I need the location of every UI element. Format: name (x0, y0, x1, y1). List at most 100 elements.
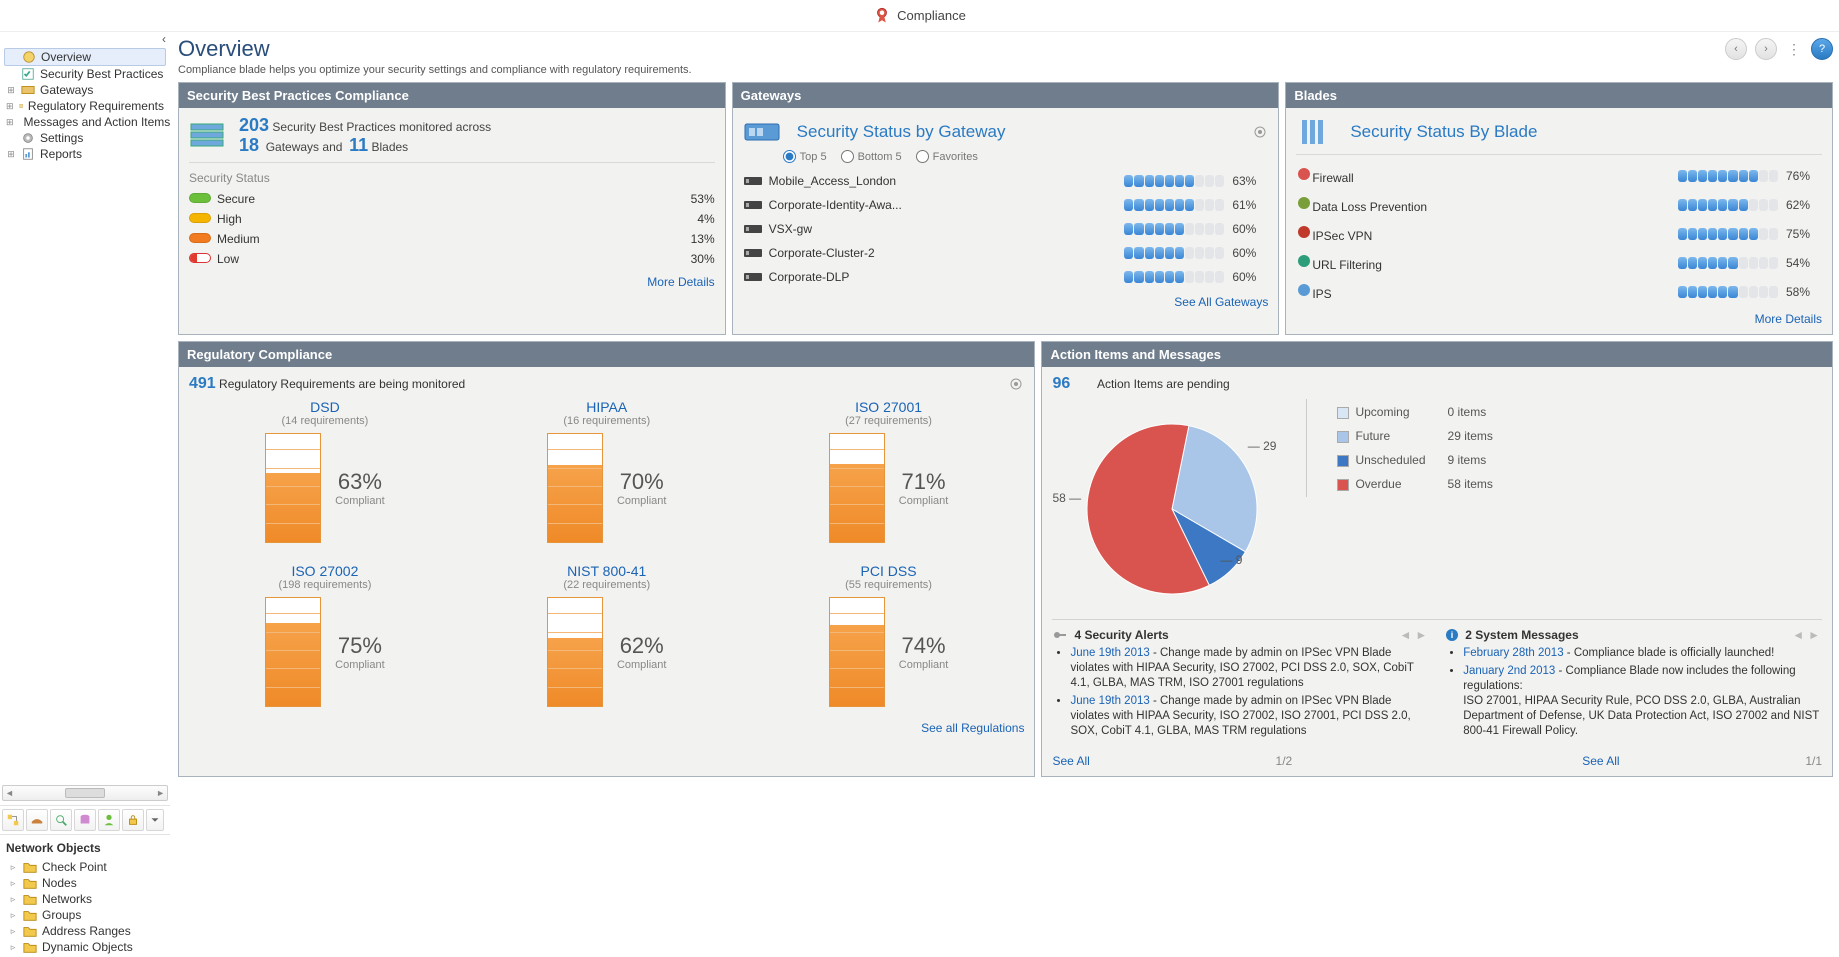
folder-icon (23, 892, 37, 906)
nav-item-messages[interactable]: ⊞Messages and Action Items (4, 114, 166, 130)
status-row: Secure53% (189, 189, 715, 209)
regulatory-settings-icon[interactable] (1008, 376, 1024, 392)
regulation-link[interactable]: PCI DSS (753, 563, 1025, 579)
page-title: Overview (178, 36, 270, 62)
action-items-legend: Upcoming0 itemsFuture29 itemsUnscheduled… (1306, 399, 1504, 497)
tool-dropdown[interactable] (146, 809, 164, 831)
alert-date-link[interactable]: June 19th 2013 (1070, 647, 1149, 659)
sbp-more-link[interactable]: More Details (647, 275, 714, 289)
network-object-item[interactable]: ▹Networks (4, 891, 166, 907)
nav-forward-button[interactable]: › (1755, 38, 1777, 60)
nav-item-settings[interactable]: Settings (4, 130, 166, 146)
alert-item: June 19th 2013 - Change made by admin on… (1070, 646, 1429, 691)
nav-back-button[interactable]: ‹ (1725, 38, 1747, 60)
messages-next[interactable]: ► (1806, 628, 1822, 642)
blade-row[interactable]: Firewall76% (1296, 161, 1822, 190)
progress-bar (1124, 175, 1224, 187)
sbp-gateways: 18 (239, 135, 259, 155)
blades-more-link[interactable]: More Details (1755, 312, 1822, 326)
message-item: February 28th 2013 - Compliance blade is… (1463, 646, 1822, 661)
regulation-link[interactable]: ISO 27001 (753, 399, 1025, 415)
alert-item: June 19th 2013 - Change made by admin on… (1070, 694, 1429, 739)
legend-row: Future29 items (1327, 425, 1502, 447)
legend-swatch (1337, 407, 1349, 419)
tool-user-icon[interactable] (98, 809, 120, 831)
status-row: Medium13% (189, 229, 715, 249)
toolstrip (0, 805, 170, 835)
network-object-item[interactable]: ▹Groups (4, 907, 166, 923)
filter-bottom5[interactable]: Bottom 5 (841, 150, 902, 163)
sbp-panel: Security Best Practices Compliance 203 S… (178, 82, 726, 335)
tool-lock-icon[interactable] (122, 809, 144, 831)
network-object-item[interactable]: ▹Address Ranges (4, 923, 166, 939)
regulation-link[interactable]: NIST 800-41 (471, 563, 743, 579)
blades-panel-title: Blades (1286, 83, 1832, 108)
globe-icon (22, 50, 36, 64)
security-status-label: Security Status (189, 171, 715, 185)
thermometer-chart (547, 433, 603, 543)
network-object-item[interactable]: ▹Dynamic Objects (4, 939, 166, 955)
regulation-cell: NIST 800-41(22 requirements)62%Compliant (471, 563, 743, 707)
gateway-row[interactable]: Corporate-Identity-Awa...61% (743, 193, 1269, 217)
blade-row[interactable]: URL Filtering54% (1296, 248, 1822, 277)
alerts-next[interactable]: ► (1413, 628, 1429, 642)
messages-prev[interactable]: ◄ (1790, 628, 1806, 642)
regulation-link[interactable]: DSD (189, 399, 461, 415)
see-all-regulations-link[interactable]: See all Regulations (921, 721, 1024, 735)
status-pill (189, 193, 211, 203)
gateway-row[interactable]: Corporate-DLP60% (743, 265, 1269, 289)
blade-row[interactable]: IPSec VPN75% (1296, 219, 1822, 248)
blade-type-icon (1296, 195, 1312, 211)
device-icon (743, 198, 763, 212)
more-menu-button[interactable]: ⋮ (1785, 41, 1803, 58)
collapse-sidebar-button[interactable]: ‹ (0, 32, 170, 46)
messages-see-all[interactable]: See All (1582, 754, 1619, 768)
progress-bar (1678, 170, 1778, 182)
regulation-link[interactable]: HIPAA (471, 399, 743, 415)
message-date-link[interactable]: February 28th 2013 (1463, 647, 1563, 659)
message-item: January 2nd 2013 - Compliance Blade now … (1463, 664, 1822, 739)
blade-type-icon (1296, 282, 1312, 298)
progress-bar (1678, 286, 1778, 298)
filter-top5[interactable]: Top 5 (783, 150, 827, 163)
info-icon: i (1445, 628, 1459, 642)
filter-favorites[interactable]: Favorites (916, 150, 978, 163)
network-object-item[interactable]: ▹Nodes (4, 875, 166, 891)
tool-network-icon[interactable] (2, 809, 24, 831)
help-button[interactable]: ? (1811, 38, 1833, 60)
action-items-pie-chart: — 29 — 9 58 — (1052, 399, 1282, 609)
blade-row[interactable]: IPS58% (1296, 277, 1822, 306)
horizontal-scrollbar[interactable]: ◄► (2, 785, 168, 801)
gateway-icon (21, 83, 35, 97)
gateways-settings-icon[interactable] (1252, 124, 1268, 140)
device-icon (743, 270, 763, 284)
regulatory-count: 491 (189, 375, 216, 392)
tool-hat-icon[interactable] (26, 809, 48, 831)
tool-db-icon[interactable] (74, 809, 96, 831)
thermometer-chart (547, 597, 603, 707)
regulation-link[interactable]: ISO 27002 (189, 563, 461, 579)
nav-item-regulatory[interactable]: ⊞Regulatory Requirements (4, 98, 166, 114)
nav-item-reports[interactable]: ⊞Reports (4, 146, 166, 162)
scroll-icon (19, 99, 23, 113)
nav-item-sbp[interactable]: Security Best Practices (4, 66, 166, 82)
message-date-link[interactable]: January 2nd 2013 (1463, 665, 1555, 677)
network-object-item[interactable]: ▹Check Point (4, 859, 166, 875)
see-all-gateways-link[interactable]: See All Gateways (1174, 295, 1268, 309)
sbp-panel-title: Security Best Practices Compliance (179, 83, 725, 108)
nav-item-overview[interactable]: Overview (4, 48, 166, 66)
sbp-blades: 11 (349, 135, 368, 155)
nav-item-gateways[interactable]: ⊞Gateways (4, 82, 166, 98)
action-items-panel: Action Items and Messages 96 Action Item… (1041, 341, 1833, 777)
ribbon-icon (873, 6, 891, 24)
gateway-row[interactable]: VSX-gw60% (743, 217, 1269, 241)
system-messages-block: i2 System Messages ◄► February 28th 2013… (1445, 628, 1822, 742)
app-title: Compliance (897, 8, 966, 23)
gateway-row[interactable]: Corporate-Cluster-260% (743, 241, 1269, 265)
alerts-prev[interactable]: ◄ (1397, 628, 1413, 642)
tool-search-icon[interactable] (50, 809, 72, 831)
alerts-see-all[interactable]: See All (1052, 754, 1089, 768)
blade-row[interactable]: Data Loss Prevention62% (1296, 190, 1822, 219)
gateway-row[interactable]: Mobile_Access_London63% (743, 169, 1269, 193)
alert-date-link[interactable]: June 19th 2013 (1070, 695, 1149, 707)
